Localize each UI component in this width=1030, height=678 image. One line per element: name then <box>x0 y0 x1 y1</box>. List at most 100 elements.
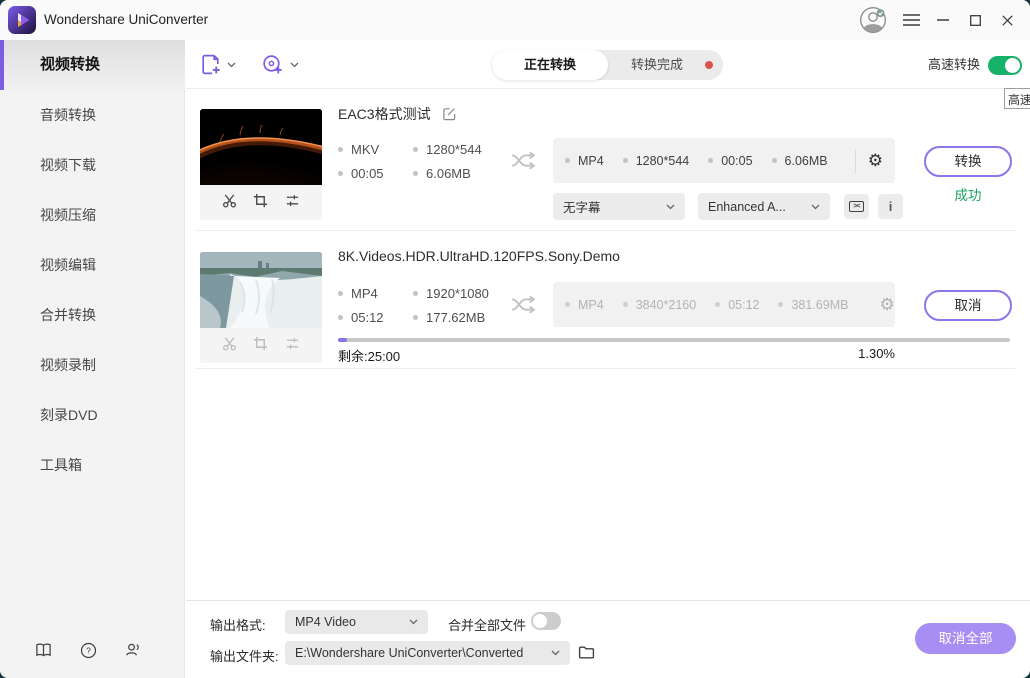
app-title: Wondershare UniConverter <box>44 0 208 40</box>
help-button[interactable]: ? <box>78 640 98 660</box>
highspeed-label: 高速转换 <box>928 52 984 78</box>
svg-text:?: ? <box>86 645 91 655</box>
trim-icon[interactable] <box>222 193 237 213</box>
add-disc-icon <box>261 53 284 76</box>
row-divider <box>195 230 1015 231</box>
task2-source-size: 177.62MB <box>413 310 485 325</box>
add-files-button[interactable] <box>199 53 236 76</box>
task1-target-duration: 00:05 <box>708 154 752 168</box>
task2-tools <box>200 328 322 363</box>
tab-finished[interactable]: 转换完成 <box>612 50 702 80</box>
task2-source-duration: 05:12 <box>338 310 384 325</box>
task1-target-resolution: 1280*544 <box>623 154 690 168</box>
task1-status: 成功 <box>924 184 1012 204</box>
waterfall-video-thumbnail <box>200 252 322 328</box>
info-button[interactable]: i <box>878 194 903 219</box>
minimize-icon <box>937 19 949 21</box>
crop-icon[interactable] <box>253 193 268 213</box>
outbox-divider <box>855 149 856 173</box>
output-folder-label: 输出文件夹: <box>210 646 279 665</box>
settings-gear-icon-disabled: ⚙ <box>879 296 894 313</box>
audio-select[interactable]: Enhanced A... <box>698 193 830 220</box>
sidebar-item-toolbox[interactable]: 工具箱 <box>0 440 185 490</box>
convert-button[interactable]: 转换 <box>924 146 1012 177</box>
sidebar-item-screen-record[interactable]: 视频录制 <box>0 340 185 390</box>
minimize-button[interactable] <box>929 6 957 34</box>
app-window: Wondershare UniConverter 视频转换 音频转换 视频下载 <box>0 0 1030 678</box>
output-folder-select[interactable]: E:\Wondershare UniConverter\Converted <box>285 641 570 665</box>
settings-gear-icon[interactable]: ⚙ <box>868 152 883 169</box>
sidebar-item-burn-dvd[interactable]: 刻录DVD <box>0 390 185 440</box>
chevron-down-icon <box>811 204 820 210</box>
shuffle-arrow-icon <box>510 294 537 320</box>
cancel-button[interactable]: 取消 <box>924 290 1012 321</box>
task2-output-settings: MP4 3840*2160 05:12 381.69MB ⚙ <box>553 282 895 327</box>
row-divider <box>195 368 1015 369</box>
chevron-down-icon <box>290 62 299 68</box>
sidebar-item-video-download[interactable]: 视频下载 <box>0 140 185 190</box>
output-format-select[interactable]: MP4 Video <box>285 610 428 634</box>
sidebar-item-video-convert[interactable]: 视频转换 <box>0 40 185 90</box>
close-button[interactable] <box>993 6 1021 34</box>
maximize-button[interactable] <box>961 6 989 34</box>
effect-sliders-icon[interactable] <box>285 193 300 213</box>
chevron-down-icon <box>409 619 418 625</box>
sidebar-item-merge-convert[interactable]: 合并转换 <box>0 290 185 340</box>
task1-tools <box>200 185 322 220</box>
book-icon <box>35 642 52 658</box>
highspeed-toggle[interactable] <box>988 56 1022 75</box>
task2-source-resolution: 1920*1080 <box>413 286 489 301</box>
info-icon: i <box>889 199 893 214</box>
task2-target-size: 381.69MB <box>778 298 848 312</box>
task2-target-format: MP4 <box>565 298 604 312</box>
task2-thumbnail <box>200 252 322 328</box>
output-format-label: 输出格式: <box>210 615 266 634</box>
highspeed-tooltip: 高速 <box>1004 88 1030 109</box>
notification-dot <box>705 61 713 69</box>
task1-source-format: MKV <box>338 142 379 157</box>
task1-output-settings: MP4 1280*544 00:05 6.06MB ⚙ <box>553 138 895 183</box>
toggle-knob <box>1005 58 1020 73</box>
chevron-down-icon <box>227 62 236 68</box>
progress-fill <box>338 338 347 342</box>
close-icon <box>1002 15 1013 26</box>
task1-source-size: 6.06MB <box>413 166 471 181</box>
shuffle-arrow-icon <box>510 150 537 176</box>
sidebar-item-video-compress[interactable]: 视频压缩 <box>0 190 185 240</box>
rename-icon[interactable] <box>442 106 457 126</box>
merge-all-toggle[interactable] <box>531 612 561 630</box>
folder-icon <box>578 645 595 660</box>
toolbar-divider <box>186 88 1030 89</box>
chevron-down-icon <box>551 650 560 656</box>
task1-target-size: 6.06MB <box>772 154 828 168</box>
merge-all-label: 合并全部文件 <box>448 615 526 634</box>
add-dvd-button[interactable] <box>261 53 299 76</box>
task2-target-duration: 05:12 <box>715 298 759 312</box>
contact-button[interactable] <box>122 640 142 660</box>
question-icon: ? <box>80 642 97 659</box>
sidebar: 视频转换 音频转换 视频下载 视频压缩 视频编辑 合并转换 视频录制 刻录DVD… <box>0 40 185 678</box>
cancel-all-button[interactable]: 取消全部 <box>915 623 1016 654</box>
tab-converting[interactable]: 正在转换 <box>492 50 608 80</box>
menu-button[interactable] <box>897 6 925 34</box>
remaining-time: 剩余:25:00 <box>338 346 400 365</box>
task1-target-format: MP4 <box>565 154 604 168</box>
app-logo-icon <box>8 6 36 34</box>
footer-divider <box>186 600 1030 601</box>
titlebar: Wondershare UniConverter <box>0 0 1030 40</box>
guide-button[interactable] <box>33 640 53 660</box>
task1-title: EAC3格式测试 <box>338 104 431 124</box>
progress-bar <box>338 338 1010 342</box>
maximize-icon <box>970 15 981 26</box>
sidebar-item-audio-convert[interactable]: 音频转换 <box>0 90 185 140</box>
solar-video-thumbnail <box>200 109 322 185</box>
sidebar-item-video-edit[interactable]: 视频编辑 <box>0 240 185 290</box>
fit-button[interactable]: >< <box>844 194 869 219</box>
progress-percent: 1.30% <box>840 346 895 361</box>
account-avatar[interactable] <box>859 6 887 34</box>
task2-title: 8K.Videos.HDR.UltraHD.120FPS.Sony.Demo <box>338 248 620 264</box>
open-folder-button[interactable] <box>578 645 595 665</box>
subtitle-select[interactable]: 无字幕 <box>553 193 685 220</box>
task1-source-resolution: 1280*544 <box>413 142 482 157</box>
add-file-icon <box>199 53 222 76</box>
